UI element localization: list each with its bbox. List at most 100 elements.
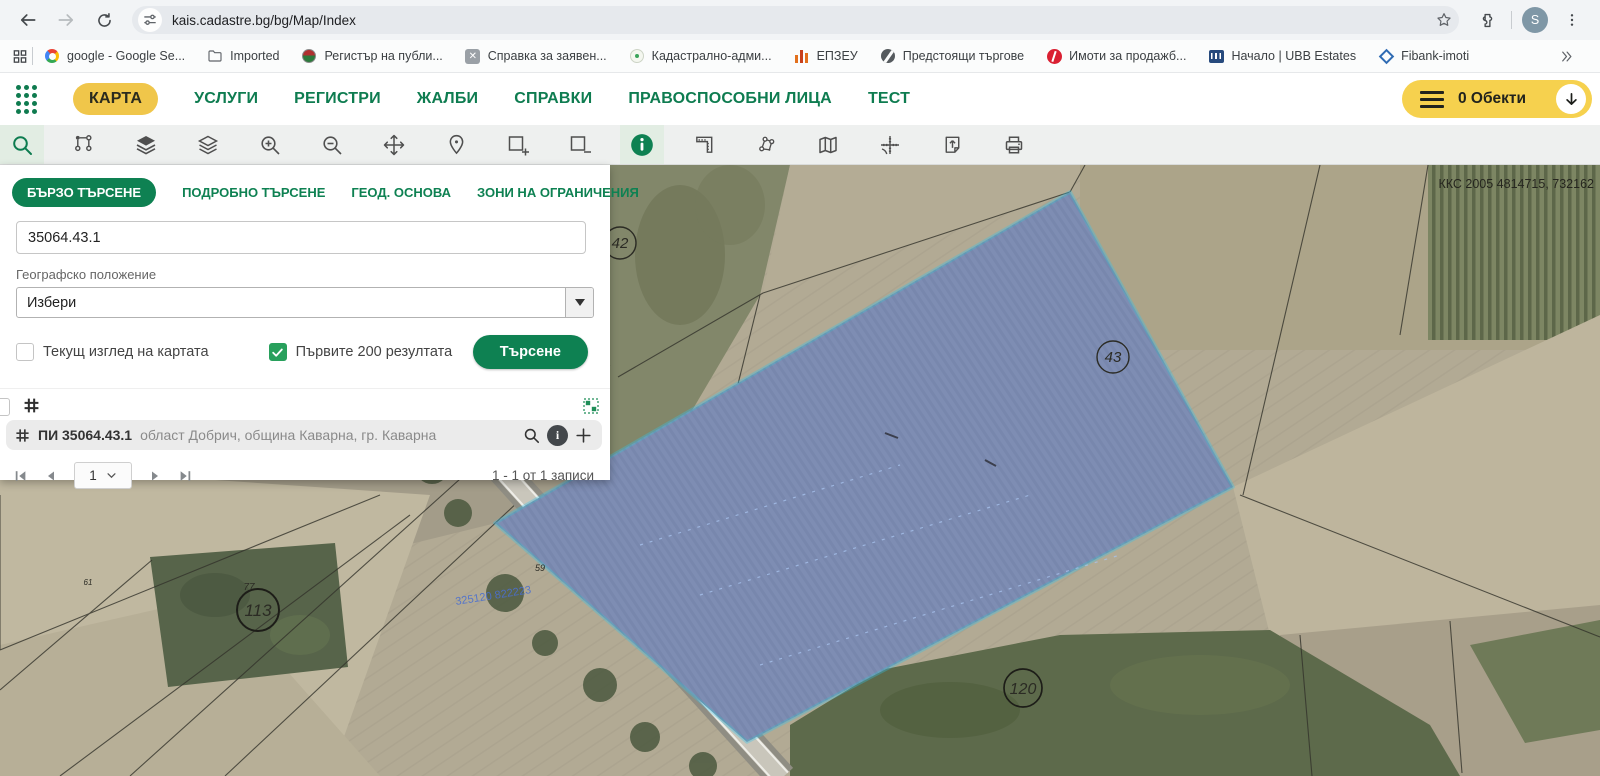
bookmark-label: Имоти за продажб... bbox=[1069, 49, 1186, 63]
profile-avatar[interactable]: S bbox=[1522, 7, 1548, 33]
tool-measure-ruler[interactable] bbox=[682, 125, 726, 164]
site-info-button[interactable] bbox=[138, 8, 162, 32]
double-chevron-icon bbox=[1559, 49, 1574, 64]
layers-outline-icon bbox=[196, 133, 220, 157]
nav-item-karta[interactable]: КАРТА bbox=[73, 83, 158, 115]
apps-grid-button[interactable] bbox=[12, 48, 28, 64]
extensions-button[interactable] bbox=[1473, 6, 1501, 34]
nav-item-spravki[interactable]: СПРАВКИ bbox=[514, 90, 592, 108]
geo-position-select[interactable]: Избери bbox=[16, 287, 594, 318]
results-grid-toggle[interactable] bbox=[23, 397, 40, 414]
bookmark-imoti[interactable]: Имоти за продажб... bbox=[1035, 48, 1197, 64]
bookmark-spravka[interactable]: ✕ Справка за заявен... bbox=[454, 48, 618, 64]
last-page-icon bbox=[178, 469, 192, 483]
tool-select-rect-remove[interactable] bbox=[558, 125, 602, 164]
result-parcel-id: ПИ 35064.43.1 bbox=[38, 427, 132, 443]
bookmark-google[interactable]: google - Google Se... bbox=[33, 48, 196, 64]
bookmark-cadastre[interactable]: Кадастрално-адми... bbox=[618, 48, 783, 64]
export-page-icon bbox=[941, 133, 964, 156]
forward-button[interactable] bbox=[52, 6, 80, 34]
first-page-button[interactable] bbox=[14, 469, 28, 483]
nav-item-registri[interactable]: РЕГИСТРИ bbox=[294, 90, 381, 108]
location-pin-icon bbox=[445, 133, 468, 156]
puzzle-icon bbox=[1478, 11, 1497, 30]
nav-item-uslugi[interactable]: УСЛУГИ bbox=[194, 90, 258, 108]
nav-item-pravosposobni[interactable]: ПРАВОСПОСОБНИ ЛИЦА bbox=[628, 90, 832, 108]
bookmarks-bar: google - Google Se... Imported Регистър … bbox=[0, 40, 1600, 73]
bookmark-label: Кадастрално-адми... bbox=[652, 49, 772, 63]
toolbar-divider bbox=[1511, 11, 1512, 29]
tool-zoom-out[interactable] bbox=[310, 125, 354, 164]
geo-select-caret-button[interactable] bbox=[565, 288, 593, 317]
tool-coordinate-grid[interactable] bbox=[868, 125, 912, 164]
orange-bars-icon bbox=[794, 48, 810, 64]
tool-map-sheet[interactable] bbox=[806, 125, 850, 164]
tool-pan[interactable] bbox=[372, 125, 416, 164]
bookmark-star-button[interactable] bbox=[1435, 11, 1453, 29]
select-all-checkbox[interactable] bbox=[0, 398, 10, 416]
bookmark-fibank[interactable]: Fibank-imoti bbox=[1367, 48, 1480, 64]
last-page-button[interactable] bbox=[178, 469, 192, 483]
nav-item-test[interactable]: ТЕСТ bbox=[868, 90, 910, 108]
bookmarks-overflow-button[interactable] bbox=[1559, 49, 1590, 64]
bookmark-targove[interactable]: Предстоящи търгове bbox=[869, 48, 1035, 64]
url-text[interactable]: kais.cadastre.bg/bg/Map/Index bbox=[172, 13, 1425, 28]
pagination-info: 1 - 1 от 1 записи bbox=[492, 468, 594, 483]
tool-search[interactable] bbox=[0, 125, 44, 164]
tab-restriction-zones[interactable]: ЗОНИ НА ОГРАНИЧЕНИЯ bbox=[477, 185, 639, 200]
rect-remove-icon bbox=[568, 133, 592, 157]
tool-location-pin[interactable] bbox=[434, 125, 478, 164]
geo-position-label: Географско положение bbox=[16, 267, 594, 282]
reload-button[interactable] bbox=[90, 6, 118, 34]
bookmark-label: Начало | UBB Estates bbox=[1231, 49, 1356, 63]
bookmark-ubb[interactable]: Начало | UBB Estates bbox=[1197, 48, 1367, 64]
result-row[interactable]: ПИ 35064.43.1 област Добрич, община Кава… bbox=[6, 420, 602, 450]
extent-checker-icon bbox=[583, 398, 599, 414]
tool-measure-area[interactable] bbox=[744, 125, 788, 164]
tab-quick-search[interactable]: БЪРЗО ТЪРСЕНЕ bbox=[12, 178, 156, 207]
nav-item-zhalbi[interactable]: ЖАЛБИ bbox=[417, 90, 478, 108]
tune-icon bbox=[143, 13, 157, 27]
page-number-select[interactable]: 1 bbox=[74, 462, 132, 489]
tool-route[interactable] bbox=[62, 125, 106, 164]
result-add-button[interactable] bbox=[574, 426, 593, 445]
tool-print[interactable] bbox=[992, 125, 1036, 164]
tool-select-rect-add[interactable] bbox=[496, 125, 540, 164]
first-page-icon bbox=[14, 469, 28, 483]
bookmark-registry[interactable]: Регистър на публи... bbox=[290, 48, 453, 64]
apps-grid-icon bbox=[12, 48, 28, 65]
hamburger-icon bbox=[1420, 91, 1444, 108]
tab-detailed-search[interactable]: ПОДРОБНО ТЪРСЕНЕ bbox=[182, 185, 325, 200]
first-200-checkbox[interactable] bbox=[269, 343, 287, 361]
tool-info[interactable] bbox=[620, 125, 664, 164]
tool-layers-filled[interactable] bbox=[124, 125, 168, 164]
app-launcher-icon[interactable] bbox=[16, 85, 37, 114]
search-button[interactable]: Търсене bbox=[473, 335, 588, 369]
zoom-to-extent-button[interactable] bbox=[583, 398, 599, 414]
result-zoom-button[interactable] bbox=[522, 426, 541, 445]
search-icon bbox=[522, 426, 541, 445]
info-icon bbox=[629, 132, 655, 158]
objects-panel-button[interactable]: 0 Обекти bbox=[1402, 80, 1592, 118]
back-button[interactable] bbox=[14, 6, 42, 34]
hash-grid-icon bbox=[15, 428, 30, 443]
zoom-out-icon bbox=[320, 133, 344, 157]
prev-page-button[interactable] bbox=[45, 470, 57, 482]
browser-menu-button[interactable] bbox=[1558, 6, 1586, 34]
objects-download-button[interactable] bbox=[1556, 84, 1586, 114]
tab-geodetic-basis[interactable]: ГЕОД. ОСНОВА bbox=[351, 185, 451, 200]
tool-zoom-in[interactable] bbox=[248, 125, 292, 164]
next-page-button[interactable] bbox=[149, 470, 161, 482]
tool-layers-outline[interactable] bbox=[186, 125, 230, 164]
forward-arrow-icon bbox=[56, 10, 76, 30]
bookmark-label: Imported bbox=[230, 49, 279, 63]
current-view-checkbox[interactable] bbox=[16, 343, 34, 361]
print-icon bbox=[1002, 133, 1026, 157]
parcel-search-input[interactable] bbox=[16, 221, 586, 254]
bookmark-imported[interactable]: Imported bbox=[196, 48, 290, 64]
bookmark-epzeu[interactable]: ЕПЗЕУ bbox=[783, 48, 869, 64]
result-info-button[interactable]: i bbox=[547, 425, 568, 446]
address-bar[interactable]: kais.cadastre.bg/bg/Map/Index bbox=[132, 6, 1459, 34]
tool-export-page[interactable] bbox=[930, 125, 974, 164]
caret-down-icon bbox=[575, 299, 585, 306]
